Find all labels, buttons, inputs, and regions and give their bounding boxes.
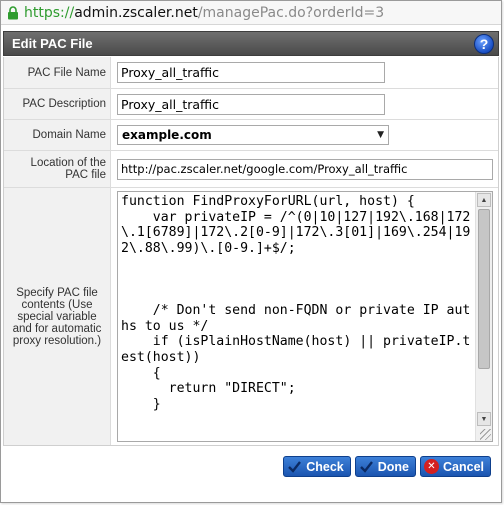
done-button-label: Done	[377, 459, 409, 474]
lock-icon	[7, 5, 19, 20]
close-icon: ✕	[424, 459, 439, 474]
domain-label: Domain Name	[4, 120, 111, 150]
check-button[interactable]: Check	[283, 456, 351, 477]
row-domain: Domain Name example.com ▼	[4, 119, 498, 150]
domain-selected-value: example.com	[122, 128, 212, 142]
done-button[interactable]: Done	[354, 456, 416, 477]
location-label: Location of the PAC file	[4, 151, 111, 187]
checkmark-icon	[287, 459, 302, 474]
description-label: PAC Description	[4, 89, 111, 119]
url-host: admin.zscaler.net	[74, 4, 198, 21]
contents-label: Specify PAC file contents (Use special v…	[4, 188, 111, 445]
location-input[interactable]	[117, 158, 493, 180]
row-file-name: PAC File Name	[4, 57, 498, 88]
file-name-input[interactable]	[117, 62, 385, 83]
pac-form: PAC File Name PAC Description Domain Nam…	[3, 57, 499, 446]
help-icon[interactable]: ?	[474, 33, 494, 54]
address-bar[interactable]: https://admin.zscaler.net/managePac.do?o…	[1, 1, 501, 25]
vertical-scrollbar[interactable]: ▲ ▼	[475, 192, 492, 441]
cancel-button[interactable]: ✕ Cancel	[420, 456, 491, 477]
url-path: /managePac.do?orderId=3	[197, 4, 385, 21]
url-scheme: https://	[24, 4, 75, 21]
cancel-button-label: Cancel	[443, 459, 484, 474]
dialog-title: Edit PAC File	[12, 36, 93, 51]
resize-grip-icon[interactable]	[480, 429, 491, 440]
row-contents: Specify PAC file contents (Use special v…	[4, 187, 498, 445]
file-name-label: PAC File Name	[4, 57, 111, 88]
description-input[interactable]	[117, 93, 385, 115]
chevron-down-icon: ▼	[377, 130, 384, 140]
browser-window: https://admin.zscaler.net/managePac.do?o…	[0, 0, 502, 503]
domain-select[interactable]: example.com ▼	[117, 125, 389, 145]
scroll-down-icon[interactable]: ▼	[477, 412, 491, 426]
row-location: Location of the PAC file	[4, 150, 498, 187]
dialog-buttons: Check Done ✕ Cancel	[283, 456, 491, 477]
pac-contents-text[interactable]: function FindProxyForURL(url, host) { va…	[118, 192, 475, 441]
dialog-header: Edit PAC File ?	[3, 31, 499, 56]
checkmark-icon	[359, 459, 374, 474]
scroll-thumb[interactable]	[478, 209, 490, 369]
scroll-up-icon[interactable]: ▲	[477, 193, 491, 207]
check-button-label: Check	[306, 459, 344, 474]
row-description: PAC Description	[4, 88, 498, 119]
pac-contents-textarea[interactable]: function FindProxyForURL(url, host) { va…	[117, 191, 493, 442]
